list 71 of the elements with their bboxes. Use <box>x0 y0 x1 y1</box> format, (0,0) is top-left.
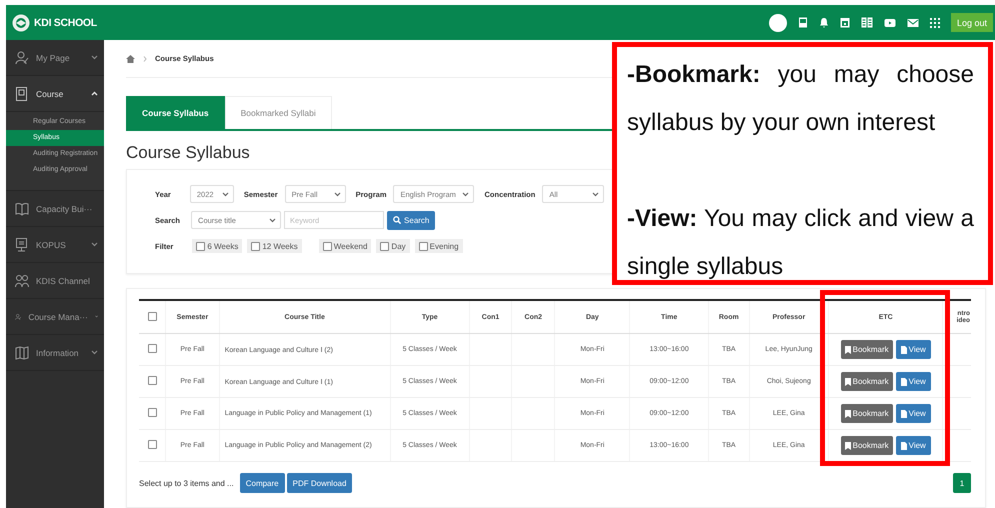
book-icon <box>15 202 29 216</box>
sidebar-item[interactable]: Course <box>6 76 104 112</box>
apps-grid-icon[interactable] <box>930 18 940 28</box>
bookmark-button[interactable]: Bookmark <box>840 372 893 391</box>
document-icon <box>900 346 907 354</box>
filter-checkbox[interactable]: 6 Weeks <box>192 239 242 253</box>
page-button[interactable]: 1 <box>953 473 971 493</box>
filter-checkbox[interactable]: 12 Weeks <box>247 239 302 253</box>
tablet-icon[interactable] <box>798 17 808 28</box>
sidebar-item[interactable]: Information <box>6 335 104 371</box>
bookmark-icon <box>844 442 851 450</box>
chevron-right-icon <box>143 56 147 62</box>
bookmark-button[interactable]: Bookmark <box>840 340 893 359</box>
sidebar-item[interactable]: KOPUS <box>6 227 104 263</box>
mail-icon[interactable] <box>906 18 919 28</box>
sidebar-item[interactable]: Course Mana··· <box>6 299 104 335</box>
chevron-down-icon <box>91 242 98 247</box>
row-checkbox[interactable] <box>148 376 157 385</box>
chevron-down-icon <box>592 192 600 196</box>
filter-checkbox[interactable]: Day <box>376 239 410 253</box>
download-button[interactable]: PDF Download <box>286 473 352 493</box>
home-icon <box>126 54 135 62</box>
bookmark-icon <box>844 378 851 386</box>
tab[interactable]: Course Syllabus <box>126 96 225 129</box>
sidebar-item[interactable]: Capacity Bui··· <box>6 191 104 227</box>
columns-icon[interactable] <box>860 17 873 28</box>
view-button[interactable]: View <box>896 436 931 455</box>
document-icon <box>900 410 907 418</box>
tab[interactable]: Bookmarked Syllabi <box>224 96 332 129</box>
logo-text: KDI SCHOOL <box>34 16 97 28</box>
presentation-icon <box>15 238 29 252</box>
search-icon <box>393 216 402 224</box>
play-icon[interactable] <box>884 18 896 28</box>
bookmark-icon <box>844 346 851 354</box>
document-icon <box>900 378 907 386</box>
filter-checkbox[interactable]: Weekend <box>318 239 372 253</box>
bell-icon[interactable] <box>818 17 829 28</box>
row-checkbox[interactable] <box>148 344 157 353</box>
sidebar-item[interactable]: KDIS Channel <box>6 263 104 299</box>
logout-button[interactable]: Log out <box>950 13 993 32</box>
chevron-down-icon <box>91 350 98 355</box>
select-all-checkbox[interactable] <box>148 312 157 320</box>
view-button[interactable]: View <box>896 340 931 359</box>
chevron-down-icon <box>334 192 341 196</box>
row-checkbox[interactable] <box>148 440 157 449</box>
bookmark-icon <box>844 410 851 418</box>
people-icon <box>15 274 29 288</box>
bookmark-button[interactable]: Bookmark <box>840 404 893 423</box>
chevron-up-icon <box>91 91 98 96</box>
page-title: Course Syllabus <box>126 143 251 163</box>
chevron-down-icon <box>269 218 276 222</box>
filter-checkbox[interactable]: Evening <box>414 239 463 253</box>
chevron-down-icon <box>91 55 98 60</box>
document-icon <box>900 442 907 450</box>
person-icon <box>15 50 29 64</box>
annotation-text: -Bookmark: you may choose syllabus by your own interest <box>627 60 974 138</box>
view-button[interactable]: View <box>896 372 931 391</box>
view-button[interactable]: View <box>896 404 931 423</box>
search-button[interactable]: Search <box>387 210 436 230</box>
selection-hint: Select up to 3 items and ... <box>139 478 234 488</box>
avatar-icon[interactable] <box>768 14 787 32</box>
tablet-icon <box>15 86 29 100</box>
bookmark-button[interactable]: Bookmark <box>840 436 893 455</box>
annotation-text: -View: You may click and view a single syllabus <box>627 204 974 282</box>
row-checkbox[interactable] <box>148 408 157 417</box>
chevron-down-icon <box>462 192 470 196</box>
compare-button[interactable]: Compare <box>240 473 285 493</box>
map-icon <box>15 346 29 360</box>
calendar-icon[interactable] <box>840 17 850 28</box>
chevron-down-icon <box>222 192 229 196</box>
logo-icon <box>12 14 30 32</box>
